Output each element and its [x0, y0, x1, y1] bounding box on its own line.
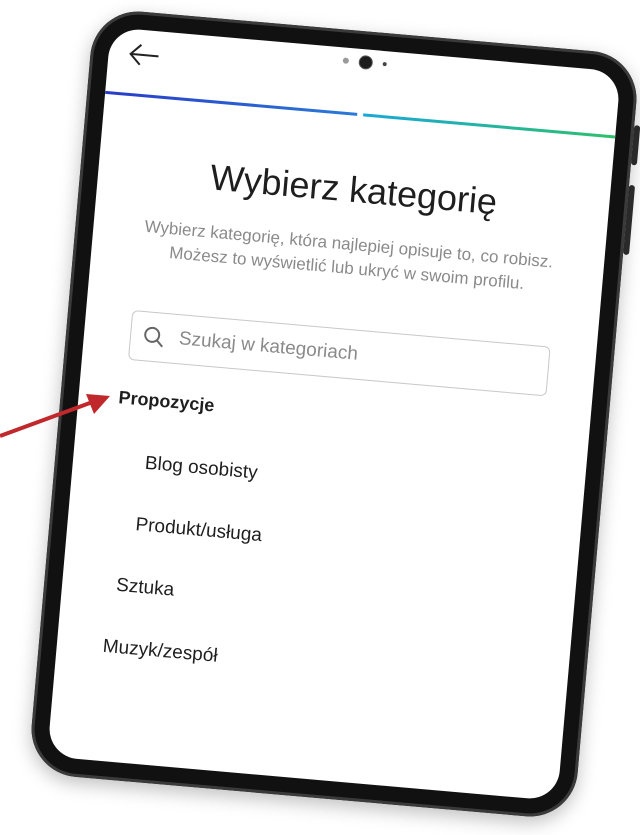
category-list: Blog osobisty Produkt/usługa Sztuka Muzy…: [94, 430, 546, 715]
camera-cluster: [342, 53, 387, 71]
progress-step-2: [363, 113, 616, 139]
sensor-dot: [342, 57, 350, 64]
page-title: Wybierz kategorię: [208, 156, 499, 223]
sensor-dot: [382, 61, 387, 67]
volume-button: [622, 184, 636, 256]
tablet-device: Wybierz kategorię Wybierz kategorię, któ…: [27, 7, 640, 821]
camera-lens-icon: [358, 54, 374, 71]
stage: Wybierz kategorię Wybierz kategorię, któ…: [0, 0, 640, 835]
tablet-screen: Wybierz kategorię Wybierz kategorię, któ…: [47, 27, 621, 801]
search-input[interactable]: [175, 327, 537, 383]
search-box[interactable]: [127, 310, 551, 397]
step-progress-bar: [105, 90, 616, 139]
back-button[interactable]: [123, 38, 165, 71]
arrow-left-icon: [129, 44, 159, 66]
main-content: Wybierz kategorię Wybierz kategorię, któ…: [54, 147, 610, 719]
progress-step-1: [105, 90, 358, 116]
search-icon: [142, 325, 166, 349]
power-button: [630, 125, 640, 166]
page-subtitle: Wybierz kategorię, która najlepiej opisu…: [143, 216, 554, 294]
